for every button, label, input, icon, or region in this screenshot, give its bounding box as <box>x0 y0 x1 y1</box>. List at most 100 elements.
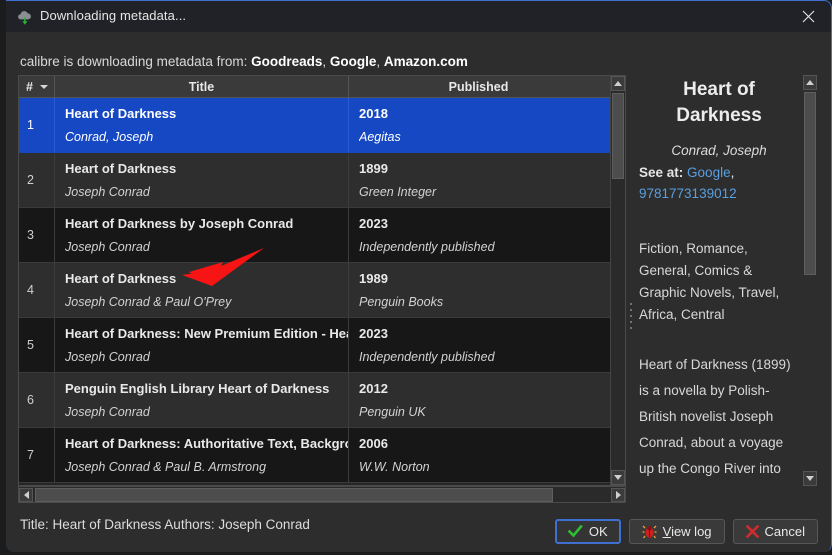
source-line: calibre is downloading metadata from: Go… <box>20 54 468 69</box>
row-author: Joseph Conrad <box>65 350 150 364</box>
row-year: 2018 <box>359 106 388 121</box>
table-row[interactable]: 2 Heart of Darkness Joseph Conrad 1899 G… <box>19 153 625 208</box>
row-publisher: Independently published <box>359 350 495 364</box>
row-publisher: Penguin UK <box>359 405 426 419</box>
check-icon <box>567 525 583 538</box>
row-title: Heart of Darkness <box>65 106 177 121</box>
row-title: Heart of Darkness <box>65 271 177 286</box>
bug-icon <box>642 525 657 539</box>
detail-scroll-up-arrow-icon[interactable] <box>803 75 817 90</box>
detail-title: Heart of Darkness <box>676 79 762 126</box>
row-title-cell: Heart of Darkness Conrad, Joseph <box>55 98 349 152</box>
download-metadata-dialog: Downloading metadata... calibre is downl… <box>6 0 832 552</box>
x-icon <box>745 525 759 538</box>
row-title-cell: Heart of Darkness Joseph Conrad & Paul O… <box>55 263 349 317</box>
table-row[interactable]: 5 Heart of Darkness: New Premium Edition… <box>19 318 625 373</box>
book-detail-panel: Heart of Darkness Conrad, Joseph See at:… <box>635 75 818 486</box>
horizontal-scroll-thumb[interactable] <box>35 488 553 502</box>
row-published-cell: 2006 W.W. Norton <box>349 428 608 482</box>
row-year: 2023 <box>359 216 388 231</box>
screen: Downloading metadata... calibre is downl… <box>0 0 832 555</box>
table-row[interactable]: 7 Heart of Darkness: Authoritative Text,… <box>19 428 625 483</box>
table-body: 1 Heart of Darkness Conrad, Joseph 2018 … <box>19 98 625 485</box>
row-year: 2006 <box>359 436 388 451</box>
row-year: 2012 <box>359 381 388 396</box>
row-published-cell: 1989 Penguin Books <box>349 263 608 317</box>
view-log-accel: V <box>662 524 672 539</box>
detail-see-at: See at: Google, 9781773139012 <box>639 165 737 201</box>
ok-button[interactable]: OK <box>554 519 621 544</box>
row-publisher: Aegitas <box>359 130 401 144</box>
row-author: Joseph Conrad <box>65 185 150 199</box>
row-published-cell: 2023 Independently published <box>349 208 608 262</box>
see-at-label: See at: <box>639 165 684 180</box>
row-number: 6 <box>19 373 55 427</box>
window-title: Downloading metadata... <box>40 8 187 23</box>
detail-author: Conrad, Joseph <box>671 143 767 158</box>
table-horizontal-scrollbar[interactable] <box>18 486 626 503</box>
row-published-cell: 1899 Green Integer <box>349 153 608 207</box>
table-row[interactable]: 4 Heart of Darkness Joseph Conrad & Paul… <box>19 263 625 318</box>
detail-scroll-down-arrow-icon[interactable] <box>803 471 817 486</box>
source-google: Google <box>329 54 377 69</box>
scroll-left-arrow-icon[interactable] <box>19 488 33 502</box>
sep-2: , <box>376 54 384 69</box>
table-vertical-scrollbar[interactable] <box>610 76 625 485</box>
row-title: Heart of Darkness by Joseph Conrad <box>65 216 294 231</box>
close-button[interactable] <box>785 1 831 32</box>
row-publisher: Independently published <box>359 240 495 254</box>
link-isbn[interactable]: 9781773139012 <box>639 186 737 201</box>
table-row[interactable]: 1 Heart of Darkness Conrad, Joseph 2018 … <box>19 98 625 153</box>
detail-vertical-scrollbar[interactable] <box>803 75 818 486</box>
row-number: 2 <box>19 153 55 207</box>
view-log-button[interactable]: View log <box>628 519 725 544</box>
table-row[interactable]: 3 Heart of Darkness by Joseph Conrad Jos… <box>19 208 625 263</box>
row-year: 1899 <box>359 161 388 176</box>
row-published-cell: 2012 Penguin UK <box>349 373 608 427</box>
results-table[interactable]: # Title Published 1 Heart of Darkness Co… <box>18 75 626 486</box>
row-publisher: W.W. Norton <box>359 460 430 474</box>
scroll-right-arrow-icon[interactable] <box>611 488 625 502</box>
row-title: Heart of Darkness: Authoritative Text, B… <box>65 436 348 451</box>
status-text: Title: Heart of Darkness Authors: Joseph… <box>20 517 310 532</box>
detail-scroll-thumb[interactable] <box>804 92 816 275</box>
vertical-scroll-thumb[interactable] <box>612 93 624 179</box>
detail-description: Heart of Darkness (1899) is a novella by… <box>639 357 791 476</box>
row-year: 2023 <box>359 326 388 341</box>
scroll-down-arrow-icon[interactable] <box>611 470 625 485</box>
scroll-up-arrow-icon[interactable] <box>611 76 625 91</box>
row-title: Penguin English Library Heart of Darknes… <box>65 381 330 396</box>
column-header-title[interactable]: Title <box>55 76 349 97</box>
title-bar: Downloading metadata... <box>6 1 831 32</box>
column-header-title-label: Title <box>188 79 215 94</box>
row-title-cell: Heart of Darkness: New Premium Edition -… <box>55 318 349 372</box>
row-published-cell: 2023 Independently published <box>349 318 608 372</box>
row-number: 5 <box>19 318 55 372</box>
row-title-cell: Heart of Darkness: Authoritative Text, B… <box>55 428 349 482</box>
row-title-cell: Heart of Darkness Joseph Conrad <box>55 153 349 207</box>
pane-splitter[interactable] <box>627 75 635 486</box>
cancel-button[interactable]: Cancel <box>732 519 818 544</box>
row-title: Heart of Darkness: New Premium Edition -… <box>65 326 348 341</box>
dialog-body: calibre is downloading metadata from: Go… <box>6 32 831 552</box>
source-amazon: Amazon.com <box>383 54 468 69</box>
row-number: 4 <box>19 263 55 317</box>
source-goodreads: Goodreads <box>251 54 323 69</box>
chevron-down-icon <box>39 84 48 89</box>
cancel-button-label: Cancel <box>764 524 805 539</box>
column-header-published-label: Published <box>448 79 509 94</box>
link-google[interactable]: Google <box>687 165 731 180</box>
book-detail-content: Heart of Darkness Conrad, Joseph See at:… <box>635 75 803 486</box>
column-header-num-label: # <box>26 79 33 94</box>
row-author: Joseph Conrad <box>65 405 150 419</box>
row-author: Joseph Conrad & Paul O'Prey <box>65 295 232 309</box>
row-number: 7 <box>19 428 55 482</box>
table-row[interactable]: 6 Penguin English Library Heart of Darkn… <box>19 373 625 428</box>
column-header-num[interactable]: # <box>19 76 55 97</box>
dialog-button-bar: OK View log Cancel <box>554 519 818 544</box>
column-header-published[interactable]: Published <box>349 76 608 97</box>
row-author: Conrad, Joseph <box>65 130 154 144</box>
row-number: 3 <box>19 208 55 262</box>
close-icon <box>802 10 815 23</box>
ok-button-label: OK <box>588 524 608 539</box>
